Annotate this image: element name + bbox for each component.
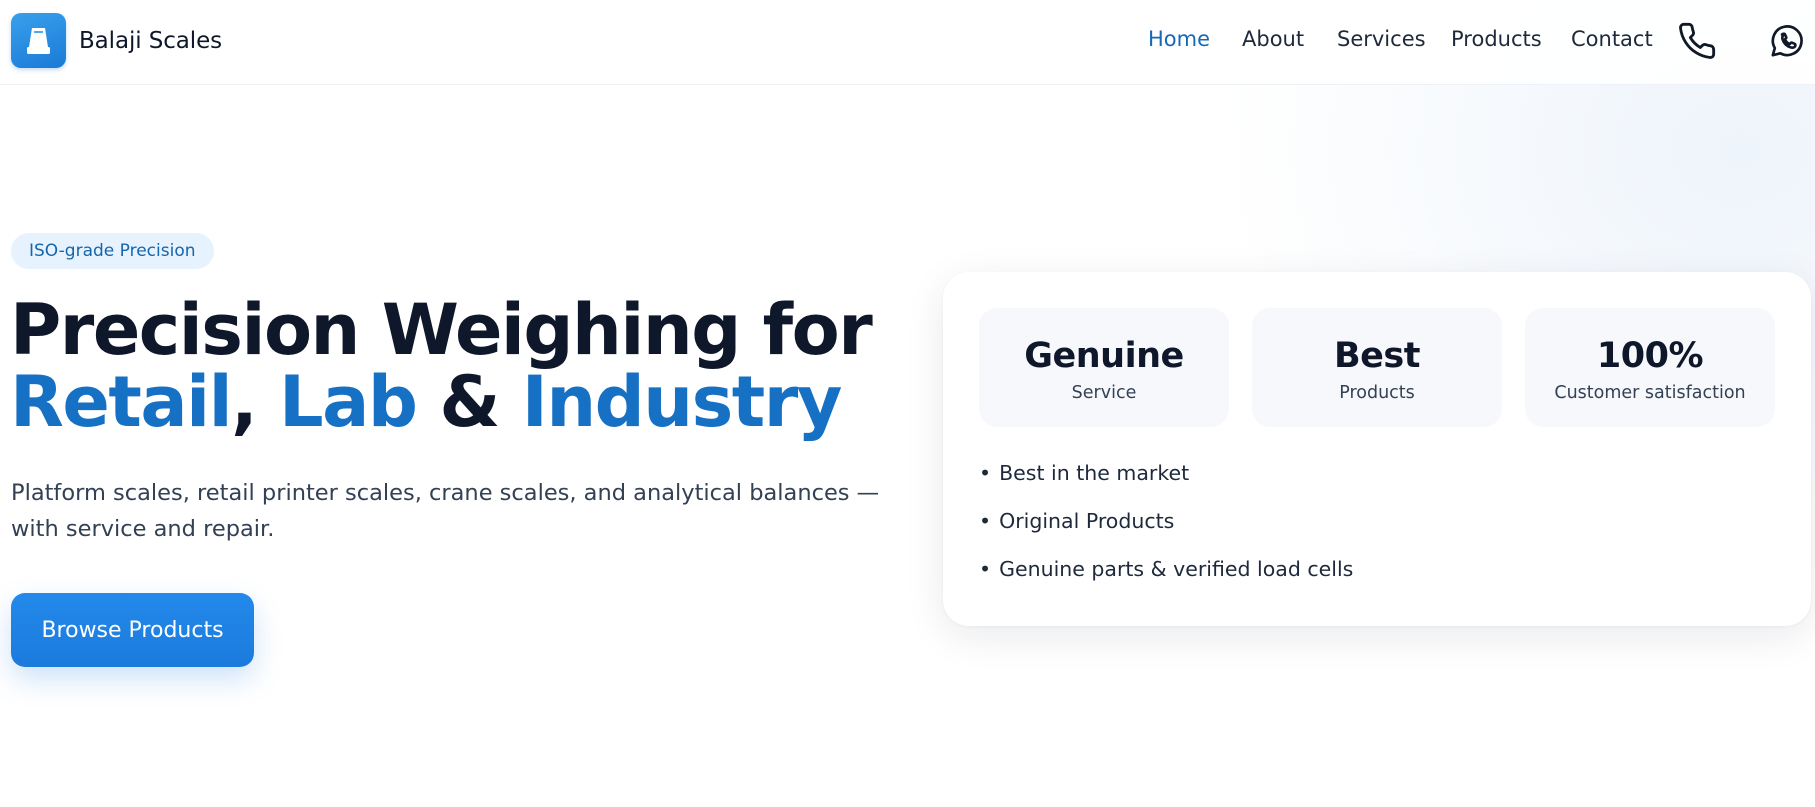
- stat-card-satisfaction: 100% Customer satisfaction: [1525, 308, 1775, 427]
- list-item: Genuine parts & verified load cells: [979, 556, 1353, 604]
- hero-description: Platform scales, retail printer scales, …: [11, 480, 880, 542]
- hero-title-retail: Retail: [10, 361, 233, 443]
- highlights-card: Genuine Service Best Products 100% Custo…: [943, 272, 1811, 626]
- hero-title-lab: Lab: [279, 361, 418, 443]
- highlights-list: Best in the market Original Products Gen…: [979, 460, 1353, 604]
- nav-about[interactable]: About: [1242, 27, 1304, 51]
- stat-value: 100%: [1596, 336, 1704, 376]
- stat-value: Genuine: [1024, 336, 1184, 376]
- stat-card-products: Best Products: [1252, 308, 1502, 427]
- site-header: Balaji Scales Home About Services Produc…: [0, 0, 1815, 85]
- stat-value: Best: [1334, 336, 1420, 376]
- browse-products-button[interactable]: Browse Products: [11, 593, 254, 667]
- hero-title-line1: Precision Weighing for: [10, 289, 873, 371]
- nav-home[interactable]: Home: [1148, 27, 1210, 51]
- stat-label: Products: [1339, 383, 1415, 403]
- brand-name: Balaji Scales: [79, 27, 223, 54]
- nav-services[interactable]: Services: [1337, 27, 1426, 51]
- hero-title-amp: &: [439, 361, 500, 443]
- stat-label: Service: [1071, 383, 1137, 403]
- brand-logo[interactable]: Balaji Scales: [11, 13, 222, 68]
- phone-icon[interactable]: [1677, 21, 1717, 61]
- hero-badge: ISO-grade Precision: [11, 233, 214, 269]
- nav-contact[interactable]: Contact: [1571, 27, 1653, 51]
- stat-label: Customer satisfaction: [1554, 383, 1746, 403]
- hero-title: Precision Weighing for Retail, Lab & Ind…: [10, 294, 873, 438]
- hero-title-comma: ,: [231, 361, 258, 443]
- hero-title-industry: Industry: [521, 361, 843, 443]
- scale-weight-icon: [11, 13, 66, 68]
- nav-products[interactable]: Products: [1451, 27, 1542, 51]
- list-item: Original Products: [979, 508, 1353, 556]
- list-item: Best in the market: [979, 460, 1353, 508]
- whatsapp-icon[interactable]: [1767, 21, 1807, 61]
- stat-card-service: Genuine Service: [979, 308, 1229, 427]
